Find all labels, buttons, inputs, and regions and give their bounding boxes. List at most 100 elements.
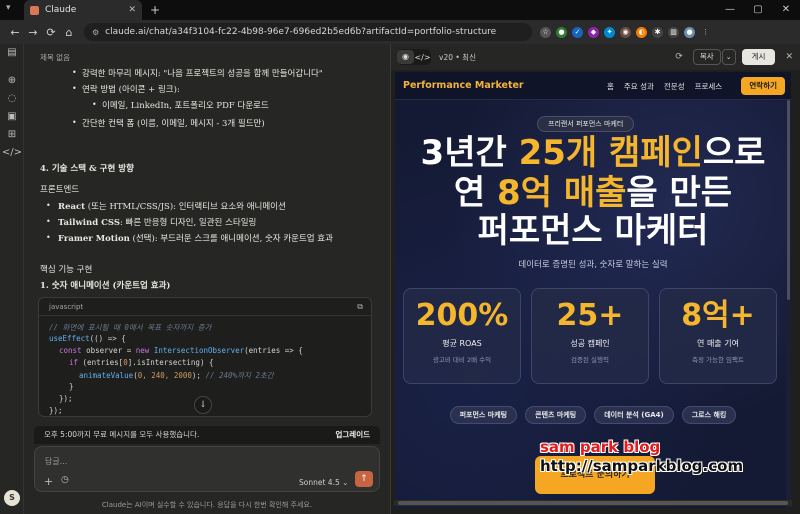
- extension-blue-icon[interactable]: ✓: [572, 26, 583, 38]
- watermark-url: http://samparkblog.com: [540, 457, 744, 475]
- chat-title[interactable]: 제목 없음: [40, 52, 70, 63]
- nav-link-process[interactable]: 프로세스: [695, 81, 723, 92]
- preview-scrollbar[interactable]: [786, 100, 791, 508]
- chat-panel: 제목 없음 • 강력한 마무리 메시지: "나음 프로젝트의 성공을 함께 만들…: [24, 44, 390, 514]
- site-nav-links: 홈 주요 성과 전문성 프로세스: [607, 81, 722, 92]
- bullet: •: [92, 100, 97, 109]
- skill-tag: 데이터 분석 (GA4): [594, 406, 674, 424]
- extension-cyan-icon[interactable]: ✦: [604, 26, 615, 38]
- chats-icon[interactable]: ◌: [0, 90, 24, 108]
- bookmark-star-icon[interactable]: ☆: [540, 26, 551, 38]
- copy-code-icon[interactable]: ⧉: [357, 302, 363, 312]
- profile-icon[interactable]: ●: [684, 26, 695, 38]
- freelancer-badge: 프리랜서 퍼포먼스 마케터: [537, 116, 635, 132]
- site-info-icon[interactable]: ⚙: [92, 28, 99, 37]
- extensions-puzzle-icon[interactable]: ✱: [652, 26, 663, 38]
- upgrade-link[interactable]: 업그레이드: [336, 426, 371, 444]
- nav-link-expertise[interactable]: 전문성: [664, 81, 685, 92]
- attach-icon[interactable]: +: [44, 475, 53, 488]
- nav-link-results[interactable]: 주요 성과: [624, 81, 654, 92]
- sidebar-toggle-icon[interactable]: ▤: [0, 44, 24, 62]
- usage-limit-banner: 오후 5:00까지 무료 메시지를 모두 사용했습니다. 업그레이드: [34, 426, 380, 444]
- code-line: if (entries[0].isIntersecting) {: [69, 358, 214, 367]
- close-tab-icon[interactable]: ✕: [128, 5, 136, 15]
- new-tab-icon[interactable]: +: [150, 3, 160, 17]
- skill-tag: 퍼포먼스 마케팅: [449, 406, 518, 424]
- message-composer[interactable]: 답글... + ◷ Sonnet 4.5 ⌄ ↑: [34, 446, 380, 492]
- code-icon[interactable]: </>: [0, 144, 24, 162]
- contact-method-line: 연락 방법 (아이콘 + 링크):: [82, 85, 180, 95]
- stat-card-revenue: 8억+ 연 매출 기여 측정 가능한 임팩트: [659, 288, 777, 384]
- projects-icon[interactable]: ▣: [0, 108, 24, 126]
- extensions: ☆ ● ✓ ◆ ✦ ◉ ◐ ✱ ▥ ● ⋮: [540, 26, 711, 38]
- copy-dropdown-icon[interactable]: ⌄: [721, 49, 736, 65]
- horizontal-scrollbar[interactable]: [394, 500, 792, 506]
- stack-item-framer: Framer Motion (선택): 부드러운 스크롤 애니메이션, 숫자 카…: [58, 234, 333, 244]
- skill-tags: 퍼포먼스 마케팅 콘텐츠 마케팅 데이터 분석 (GA4) 그로스 해킹: [395, 406, 791, 424]
- reply-input[interactable]: 답글...: [45, 456, 67, 467]
- history-icon[interactable]: ◷: [61, 475, 69, 485]
- cta-message-line: 강력한 마무리 메시지: "나음 프로젝트의 성공을 함께 만들어갑니다": [82, 69, 323, 79]
- close-artifact-icon[interactable]: ✕: [785, 52, 793, 62]
- extension-purple-icon[interactable]: ◆: [588, 26, 599, 38]
- nav-link-home[interactable]: 홈: [607, 81, 614, 92]
- scrollbar-thumb[interactable]: [787, 100, 790, 300]
- scrollbar-thumb[interactable]: [398, 501, 788, 505]
- new-chat-icon[interactable]: ⊕: [0, 72, 24, 90]
- split-view-icon[interactable]: ▥: [668, 26, 679, 38]
- bullet: •: [46, 233, 51, 242]
- url-field[interactable]: ⚙ claude.ai/chat/a34f3104-fc22-4b98-96e7…: [84, 23, 532, 41]
- stat-label: 평균 ROAS: [442, 339, 482, 348]
- stat-value: 8억+: [681, 298, 755, 333]
- skill-tag: 콘텐츠 마케팅: [525, 406, 587, 424]
- browser-tab[interactable]: Claude ✕: [24, 0, 142, 20]
- code-line: // 화면에 표시될 때 0에서 목표 숫자까지 증가: [49, 323, 212, 332]
- chat-scroll-area[interactable]: 제목 없음 • 강력한 마무리 메시지: "나음 프로젝트의 성공을 함께 만들…: [24, 44, 390, 424]
- stat-label: 연 매출 기여: [697, 339, 739, 348]
- back-icon[interactable]: ←: [6, 26, 24, 39]
- extension-brown-icon[interactable]: ◉: [620, 26, 631, 38]
- disclaimer: Claude는 AI이며 실수할 수 있습니다. 응답을 다시 한번 확인해 주…: [101, 501, 313, 509]
- bullet: •: [46, 217, 51, 226]
- extension-green-icon[interactable]: ●: [556, 26, 567, 38]
- model-selector[interactable]: Sonnet 4.5 ⌄: [299, 478, 348, 487]
- site-brand[interactable]: Performance Marketer: [403, 80, 524, 91]
- extension-orange-icon[interactable]: ◐: [636, 26, 647, 38]
- publish-button[interactable]: 게시: [741, 49, 776, 65]
- forward-icon[interactable]: →: [24, 26, 42, 39]
- stat-value: 25+: [556, 298, 624, 333]
- section-heading: 4. 기술 스택 & 구현 방향: [40, 164, 134, 174]
- home-icon[interactable]: ⌂: [60, 26, 78, 39]
- bullet: •: [72, 84, 77, 93]
- artifacts-icon[interactable]: ⊞: [0, 126, 24, 144]
- core-impl-heading: 핵심 기능 구현: [40, 265, 93, 275]
- view-toggle[interactable]: ◉ </>: [397, 49, 431, 65]
- tab-bar: ▾ Claude ✕ + — ▢ ✕: [0, 0, 800, 20]
- hero-line-2: 연 8억 매출을 만든: [453, 173, 733, 213]
- contact-form-line: 간단한 컨택 폼 (이름, 이메일, 메시지 - 3개 필드만): [82, 119, 265, 129]
- maximize-icon[interactable]: ▢: [744, 0, 772, 20]
- stat-value: 200%: [415, 298, 509, 333]
- bullet: •: [46, 201, 51, 210]
- code-language: javascript: [39, 298, 371, 316]
- scroll-to-bottom-button[interactable]: ↓: [194, 396, 212, 414]
- skill-tag: 그로스 해킹: [681, 406, 737, 424]
- code-line: const observer = new IntersectionObserve…: [59, 346, 303, 355]
- send-button[interactable]: ↑: [355, 471, 373, 487]
- version-label[interactable]: v20 • 최신: [439, 52, 476, 63]
- minimize-icon[interactable]: —: [716, 0, 744, 20]
- window-controls: — ▢ ✕: [716, 0, 800, 20]
- bullet: •: [72, 118, 77, 127]
- avatar[interactable]: S: [4, 490, 20, 506]
- contact-button[interactable]: 연락하기: [741, 77, 785, 95]
- menu-icon[interactable]: ⋮: [700, 26, 711, 38]
- window-close-icon[interactable]: ✕: [772, 0, 800, 20]
- tab-search-icon[interactable]: ▾: [6, 3, 18, 15]
- code-line: });: [49, 406, 63, 415]
- code-view-icon[interactable]: </>: [414, 53, 431, 62]
- reload-icon[interactable]: ⟳: [42, 26, 60, 39]
- artifact-actions: ⟳ 복사 ⌄ 게시 ✕: [675, 49, 793, 65]
- preview-eye-icon[interactable]: ◉: [397, 50, 414, 64]
- refresh-icon[interactable]: ⟳: [675, 52, 683, 62]
- copy-button[interactable]: 복사: [692, 49, 721, 65]
